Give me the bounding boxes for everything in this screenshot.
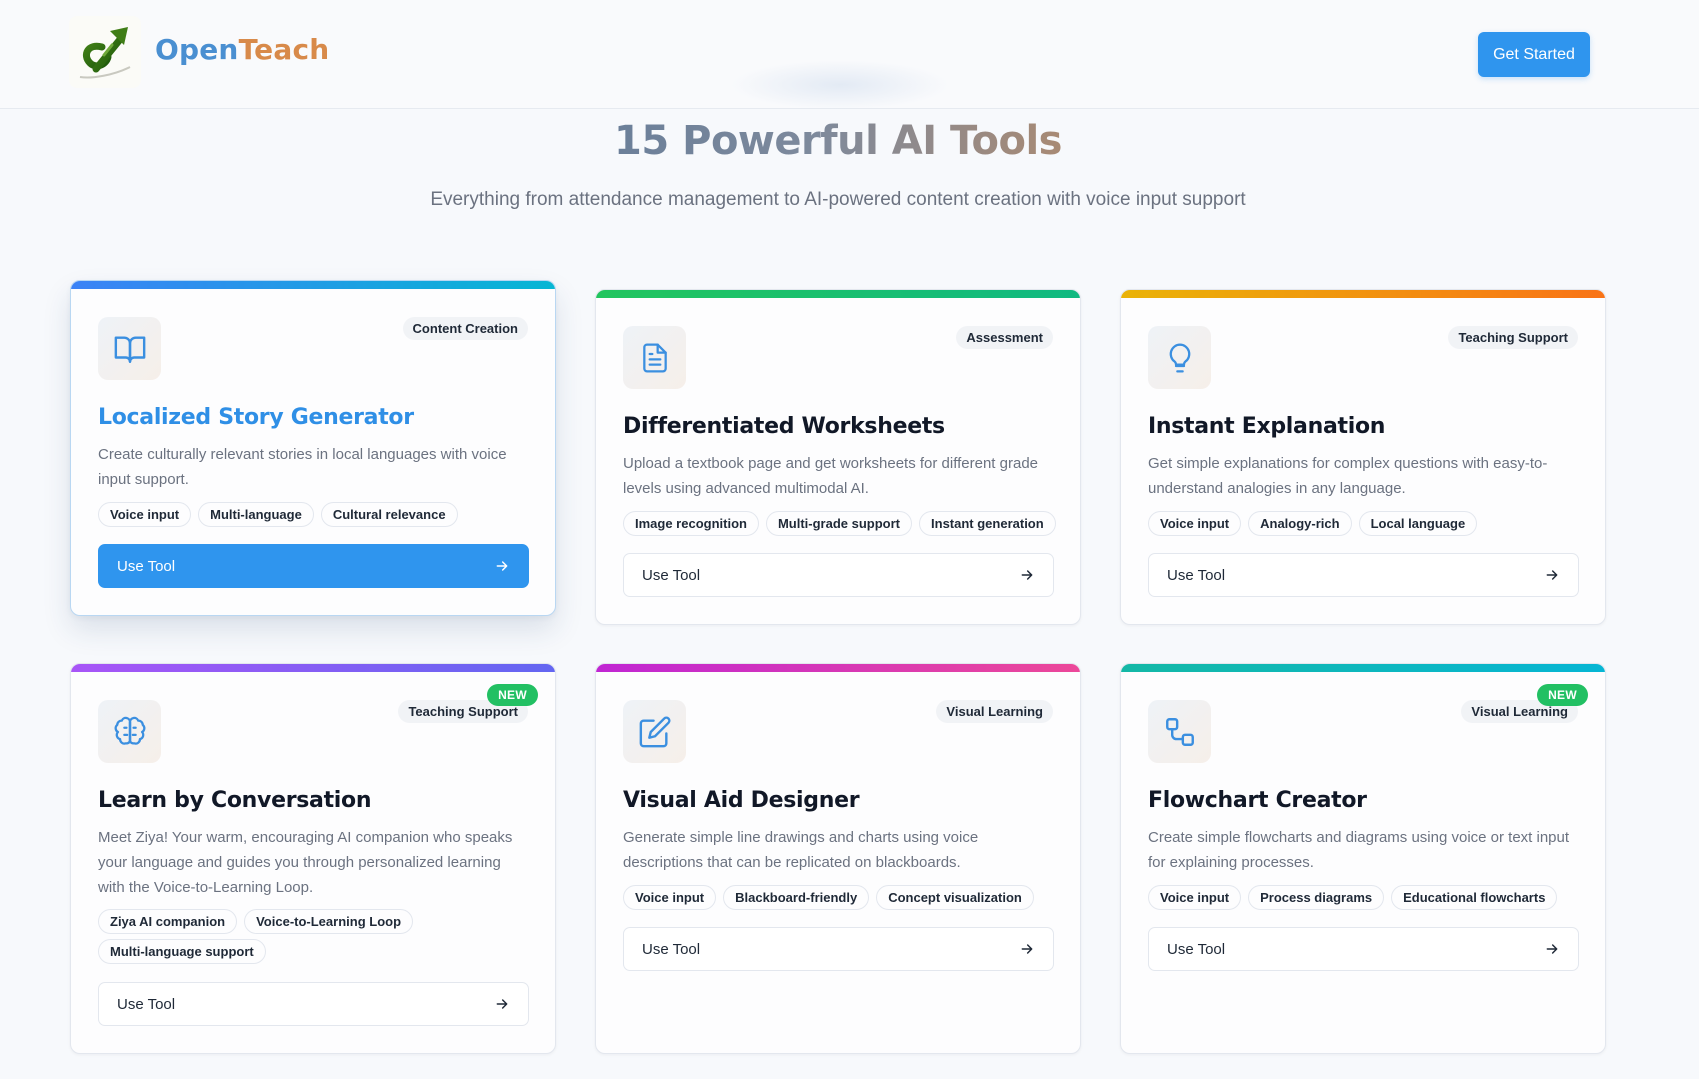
card-icon-box (1148, 700, 1211, 763)
feature-tag: Process diagrams (1248, 885, 1385, 910)
card-description: Get simple explanations for complex ques… (1148, 455, 1548, 497)
tool-card-differentiated-worksheets[interactable]: Assessment Differentiated Worksheets Upl… (595, 289, 1081, 625)
feature-tag: Local language (1358, 511, 1478, 536)
book-open-icon (113, 332, 147, 366)
card-tags: Voice input Multi-language Cultural rele… (98, 502, 538, 527)
lightbulb-icon (1164, 342, 1196, 374)
feature-tag: Educational flowcharts (1391, 885, 1558, 910)
new-badge: NEW (487, 684, 538, 706)
card-accent-bar (596, 290, 1080, 298)
card-description: Create simple flowcharts and diagrams us… (1148, 829, 1570, 871)
feature-tag: Instant generation (919, 511, 1056, 536)
card-accent-bar (1121, 290, 1605, 298)
feature-tag: Voice input (623, 885, 717, 910)
card-title: Differentiated Worksheets (623, 414, 945, 439)
feature-tag: Multi-grade support (765, 511, 913, 536)
page-subtitle: Everything from attendance management to… (430, 189, 1246, 210)
card-icon-box (1148, 326, 1211, 389)
card-description: Upload a textbook page and get worksheet… (623, 455, 1038, 497)
tool-card-learn-by-conversation[interactable]: Teaching Support NEW Learn by Conversati… (70, 663, 556, 1054)
feature-tag: Voice input (1148, 885, 1242, 910)
use-tool-button[interactable]: Use Tool (98, 982, 529, 1026)
header-glow (730, 60, 950, 110)
top-header: OpenTeach Get Started (0, 0, 1699, 110)
brand-name-teach: Teach (238, 33, 330, 66)
card-icon-box (623, 326, 686, 389)
tool-card-instant-explanation[interactable]: Teaching Support Instant Explanation Get… (1120, 289, 1606, 625)
card-tags: Voice input Process diagrams Educational… (1148, 885, 1588, 910)
page-title-text: 15 Powerful AI Tools (614, 118, 1062, 164)
category-badge: Visual Learning (936, 700, 1053, 723)
card-description: Meet Ziya! Your warm, encouraging AI com… (98, 829, 513, 896)
card-icon-box (98, 700, 161, 763)
card-accent-bar (71, 281, 555, 289)
card-accent-bar (1121, 664, 1605, 672)
use-tool-label: Use Tool (117, 995, 176, 1013)
use-tool-label: Use Tool (1167, 566, 1226, 584)
use-tool-label: Use Tool (642, 940, 701, 958)
arrow-right-icon (494, 996, 510, 1012)
card-tags: Voice input Analogy-rich Local language (1148, 511, 1588, 536)
document-icon (639, 342, 671, 374)
category-badge: Content Creation (402, 317, 528, 340)
card-tags: Image recognition Multi-grade support In… (623, 511, 1063, 536)
card-description: Create culturally relevant stories in lo… (98, 446, 507, 488)
card-icon-box (623, 700, 686, 763)
logo[interactable] (69, 16, 141, 88)
use-tool-label: Use Tool (117, 557, 176, 575)
use-tool-button[interactable]: Use Tool (1148, 927, 1579, 971)
card-title: Instant Explanation (1148, 414, 1386, 439)
arrow-right-icon (1019, 567, 1035, 583)
arrow-right-icon (1019, 941, 1035, 957)
feature-tag: Voice-to-Learning Loop (244, 909, 414, 934)
brain-icon (113, 715, 147, 749)
card-accent-bar (71, 664, 555, 672)
feature-tag: Multi-language support (98, 939, 266, 964)
card-title: Localized Story Generator (98, 405, 414, 430)
feature-tag: Ziya AI companion (98, 909, 238, 934)
tool-card-flowchart-creator[interactable]: Visual Learning NEW Flowchart Creator Cr… (1120, 663, 1606, 1054)
brand-name[interactable]: OpenTeach (155, 33, 329, 66)
card-icon-box (98, 317, 161, 380)
card-description: Generate simple line drawings and charts… (623, 829, 979, 871)
feature-tag: Voice input (98, 502, 192, 527)
arrow-right-icon (494, 558, 510, 574)
use-tool-button[interactable]: Use Tool (98, 544, 529, 588)
feature-tag: Concept visualization (876, 885, 1034, 910)
page-title: 15 Powerful AI Tools (0, 118, 1676, 164)
use-tool-label: Use Tool (642, 566, 701, 584)
use-tool-button[interactable]: Use Tool (1148, 553, 1579, 597)
brand-name-open: Open (155, 33, 239, 66)
category-badge: Assessment (956, 326, 1053, 349)
feature-tag: Multi-language (198, 502, 314, 527)
get-started-button[interactable]: Get Started (1478, 32, 1590, 77)
card-tags: Ziya AI companion Voice-to-Learning Loop… (98, 909, 418, 964)
card-tags: Voice input Blackboard-friendly Concept … (623, 885, 1063, 910)
use-tool-button[interactable]: Use Tool (623, 553, 1054, 597)
tool-card-localized-story-generator[interactable]: Content Creation Localized Story Generat… (70, 280, 556, 616)
use-tool-button[interactable]: Use Tool (623, 927, 1054, 971)
feature-tag: Cultural relevance (320, 502, 458, 527)
tool-card-visual-aid-designer[interactable]: Visual Learning Visual Aid Designer Gene… (595, 663, 1081, 1054)
card-title: Learn by Conversation (98, 788, 372, 813)
card-title: Visual Aid Designer (623, 788, 860, 813)
feature-tag: Image recognition (623, 511, 759, 536)
card-accent-bar (596, 664, 1080, 672)
flowchart-icon (1163, 715, 1197, 749)
feature-tag: Blackboard-friendly (723, 885, 870, 910)
feature-tag: Analogy-rich (1248, 511, 1352, 536)
feature-tag: Voice input (1148, 511, 1242, 536)
arrow-right-icon (1544, 941, 1560, 957)
category-badge: Teaching Support (1448, 326, 1578, 349)
arrow-right-icon (1544, 567, 1560, 583)
new-badge: NEW (1537, 684, 1588, 706)
use-tool-label: Use Tool (1167, 940, 1226, 958)
rising-arrow-logo-icon (74, 21, 136, 83)
card-title: Flowchart Creator (1148, 788, 1367, 813)
pencil-square-icon (638, 715, 672, 749)
